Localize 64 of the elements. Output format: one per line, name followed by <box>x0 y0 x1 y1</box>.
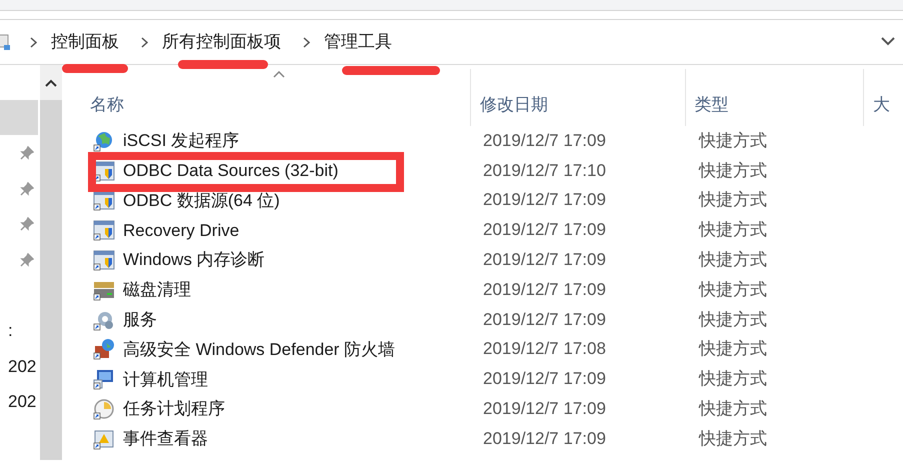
shortcut-icon <box>93 398 115 420</box>
file-type: 快捷方式 <box>699 310 767 329</box>
highlight-underline <box>62 64 128 73</box>
file-name[interactable]: 磁盘清理 <box>123 277 191 303</box>
modified-date: 2019/12/7 17:09 <box>483 250 606 270</box>
breadcrumb[interactable]: 管理工具 <box>324 29 392 55</box>
caret-up-icon <box>45 78 57 86</box>
modified-date: 2019/12/7 17:09 <box>483 428 606 448</box>
file-type: 快捷方式 <box>699 220 767 240</box>
shortcut-icon <box>93 428 115 450</box>
file-type: 快捷方式 <box>699 369 767 388</box>
file-name[interactable]: iSCSI 发起程序 <box>123 128 240 154</box>
sort-ascending-icon <box>273 71 285 78</box>
dropdown-icon[interactable] <box>881 37 895 46</box>
file-name[interactable]: 服务 <box>123 306 157 332</box>
file-type: 快捷方式 <box>699 190 767 210</box>
file-type: 快捷方式 <box>699 250 767 270</box>
shortcut-icon <box>93 130 115 152</box>
modified-date: 2019/12/7 17:09 <box>483 190 606 210</box>
shortcut-icon <box>93 219 115 242</box>
chevron-icon <box>303 36 310 48</box>
file-type: 快捷方式 <box>699 130 767 150</box>
chevron-icon <box>141 36 148 48</box>
scroll-up-button[interactable] <box>40 65 62 100</box>
modified-date: 2019/12/7 17:09 <box>483 220 606 240</box>
shortcut-icon <box>93 160 115 182</box>
pin-icon <box>20 182 34 196</box>
column-header-cell[interactable]: 修改日期 <box>470 69 685 126</box>
modified-date: 2019/12/7 17:10 <box>483 160 606 180</box>
shortcut-icon <box>93 368 115 390</box>
shortcut-icon <box>93 189 115 212</box>
file-name[interactable]: 事件查看器 <box>123 426 208 452</box>
modified-date: 2019/12/7 17:09 <box>483 130 606 150</box>
nav-text: 202 <box>7 356 36 378</box>
file-type: 快捷方式 <box>699 280 767 299</box>
file-type: 快捷方式 <box>699 428 767 448</box>
column-header-cell[interactable]: 大 <box>863 69 903 126</box>
modified-date: 2019/12/7 17:08 <box>483 339 606 358</box>
file-type: 快捷方式 <box>699 160 767 180</box>
shortcut-icon <box>93 249 115 272</box>
file-name[interactable]: Windows 内存诊断 <box>123 247 265 273</box>
file-name[interactable]: 计算机管理 <box>123 366 208 392</box>
file-type: 快捷方式 <box>699 339 767 358</box>
column-header-cell[interactable]: 类型 <box>684 69 864 126</box>
file-name[interactable]: Recovery Drive <box>123 218 240 244</box>
shortcut-icon <box>93 338 115 360</box>
file-name[interactable]: ODBC 数据源(64 位) <box>123 188 280 214</box>
chevron-icon <box>30 36 37 48</box>
modified-date: 2019/12/7 17:09 <box>483 369 606 388</box>
column-header-cell[interactable]: 名称 <box>62 69 470 126</box>
pin-icon <box>20 146 34 160</box>
file-name[interactable]: 高级安全 Windows Defender 防火墙 <box>123 336 396 362</box>
file-name[interactable]: 任务计划程序 <box>123 396 225 422</box>
pin-icon <box>20 217 34 232</box>
pin-icon <box>20 252 34 267</box>
nav-text: : <box>7 320 13 342</box>
modified-date: 2019/12/7 17:09 <box>483 399 606 418</box>
nav-text: 202 <box>7 391 36 413</box>
file-name[interactable]: ODBC Data Sources (32-bit) <box>123 158 338 184</box>
file-type: 快捷方式 <box>699 399 767 418</box>
modified-date: 2019/12/7 17:09 <box>483 280 606 299</box>
modified-date: 2019/12/7 17:09 <box>483 310 606 329</box>
breadcrumb[interactable]: 控制面板 <box>51 29 119 55</box>
breadcrumb[interactable]: 所有控制面板项 <box>162 29 281 55</box>
